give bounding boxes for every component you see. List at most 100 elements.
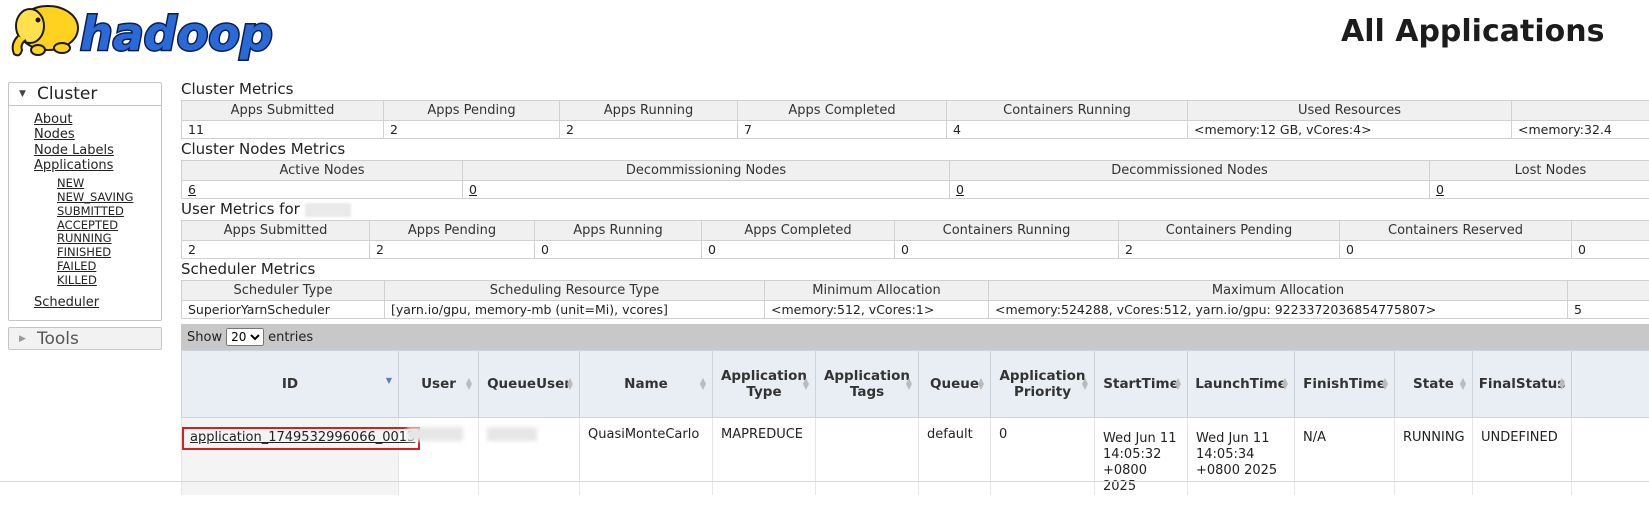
sort-icon: ▲ ▼ [1381,376,1388,391]
redacted-queueuser [487,427,537,441]
column-header: Scheduler Type [181,280,385,301]
column-header: Apps Running [559,100,738,121]
column-label: State [1413,376,1454,392]
decommissioned-nodes-link[interactable]: 0 [956,182,964,197]
collapse-down-icon: ▼ [19,89,26,99]
column-label: Application Tags [823,368,911,400]
column-header [1567,280,1649,301]
user-metrics-label: User Metrics for [181,200,300,218]
metric-value: 2 [559,120,738,139]
metric-value: 4 [946,120,1188,139]
redacted-username [304,202,351,217]
column-label: Application Priority [999,368,1086,400]
sort-icon: ▲ ▼ [465,376,472,391]
cell-finishtime: N/A [1294,417,1395,495]
expand-right-icon: ▶ [19,333,26,344]
sidebar-link-accepted[interactable]: ACCEPTED [57,218,161,233]
hadoop-logo[interactable]: hadoop [8,0,278,62]
lost-nodes-link[interactable]: 0 [1436,182,1444,197]
column-header-state[interactable]: State ▲ ▼ [1394,350,1473,418]
cluster-nodes-metrics-title: Cluster Nodes Metrics [181,140,346,158]
column-header-application-tags[interactable]: Application Tags ▲ ▼ [815,350,919,418]
column-header: Used Resources [1187,100,1512,121]
tools-label: Tools [37,328,79,349]
entries-label: entries [268,329,314,345]
cell-application-tags [815,417,919,495]
column-header-starttime[interactable]: StartTime ▲ ▼ [1094,350,1188,418]
column-header-finishtime[interactable]: FinishTime ▲ ▼ [1294,350,1395,418]
sidebar-link-submitted[interactable]: SUBMITTED [57,204,161,219]
table-row: application_1749532996066_0013 QuasiMont… [181,417,1649,495]
decommissioning-nodes-link[interactable]: 0 [469,182,477,197]
sidebar-link-node-labels[interactable]: Node Labels [34,143,161,158]
sidebar-link-new[interactable]: NEW [57,176,161,191]
page-title: All Applications [1341,14,1605,49]
metric-value: 2 [369,240,535,259]
metric-value: 0 [894,240,1119,259]
cell-queue: default [918,417,991,495]
sidebar-link-failed[interactable]: FAILED [57,259,161,274]
metric-value: [yarn.io/gpu, memory-mb (unit=Mi), vcore… [384,300,765,319]
cluster-metrics-title: Cluster Metrics [181,80,294,98]
column-header-user[interactable]: User ▲ ▼ [398,350,479,418]
column-header: Active Nodes [181,160,463,181]
sidebar-link-running[interactable]: RUNNING [57,232,161,246]
column-header: Apps Pending [369,220,535,241]
column-label: StartTime [1103,376,1179,392]
sidebar-link-killed[interactable]: KILLED [57,273,161,288]
column-label: FinishTime [1303,376,1386,392]
sidebar-link-about[interactable]: About [34,112,161,127]
column-header: Apps Submitted [181,100,384,121]
metric-value: <memory:524288, vCores:512, yarn.io/gpu:… [988,300,1568,319]
sidebar-link-applications[interactable]: Applications [34,158,161,173]
column-header-application-priority[interactable]: Application Priority ▲ ▼ [990,350,1095,418]
sidebar-link-nodes[interactable]: Nodes [34,127,161,142]
column-header-id[interactable]: ID ▼ [181,350,399,418]
column-label: Name [624,376,668,392]
cluster-metrics-table: Apps Submitted Apps Pending Apps Running… [181,100,1649,139]
column-header-queueuser[interactable]: QueueUser ▲ ▼ [478,350,580,418]
scheduler-metrics-table: Scheduler Type Scheduling Resource Type … [181,280,1649,319]
cluster-panel: ▼ Cluster About Nodes Node Labels Applic… [8,82,162,321]
column-header: Containers Running [946,100,1188,121]
scheduler-metrics-title: Scheduler Metrics [181,260,316,278]
column-header-application-type[interactable]: Application Type ▲ ▼ [712,350,816,418]
column-header: Apps Completed [701,220,895,241]
column-header-finalstatus[interactable]: FinalStatus ▲ ▼ [1472,350,1572,418]
metric-value: 0 [1339,240,1572,259]
column-label: Queue [929,376,979,392]
sort-icon: ▲ ▼ [699,376,706,391]
logo-wordmark: hadoop [80,7,273,61]
column-label: FinalStatus [1478,376,1566,392]
column-header: Scheduling Resource Type [384,280,765,301]
column-header-name[interactable]: Name ▲ ▼ [579,350,713,418]
sidebar-link-finished[interactable]: FINISHED [57,245,161,260]
tools-header[interactable]: ▶ Tools [8,327,162,350]
column-header [1511,100,1649,121]
metric-value: 7 [737,120,947,139]
metric-value: 0 [701,240,895,259]
application-id-link[interactable]: application_1749532996066_0013 [182,427,421,450]
cell-state: RUNNING [1394,417,1473,495]
metric-value: 2 [1118,240,1340,259]
metric-value: <memory:12 GB, vCores:4> [1187,120,1512,139]
metric-value: 5 [1567,300,1649,319]
column-header-launchtime[interactable]: LaunchTime ▲ ▼ [1187,350,1295,418]
sort-icon: ▲ ▼ [905,376,912,391]
sidebar-link-scheduler[interactable]: Scheduler [34,295,161,310]
column-header: Containers Running [894,220,1119,241]
column-header-queue[interactable]: Queue ▲ ▼ [918,350,991,418]
column-header: Apps Submitted [181,220,370,241]
user-metrics-table: Apps Submitted Apps Pending Apps Running… [181,220,1649,259]
column-label: ID [281,376,299,392]
applications-table: ID ▼ User ▲ ▼ QueueUser ▲ ▼ Name ▲ ▼ Applicatio… [181,350,1649,495]
column-label: User [421,376,456,392]
cell-launchtime: Wed Jun 11 14:05:34 +0800 2025 [1187,417,1295,495]
cluster-header[interactable]: ▼ Cluster [9,83,161,106]
active-nodes-link[interactable]: 6 [188,182,196,197]
sidebar-link-new-saving[interactable]: NEW_SAVING [57,190,161,205]
metric-value: <memory:512, vCores:1> [764,300,989,319]
page-size-select[interactable]: 20 [226,328,265,346]
column-header: Minimum Allocation [764,280,989,301]
sort-icon: ▲ ▼ [566,376,573,391]
